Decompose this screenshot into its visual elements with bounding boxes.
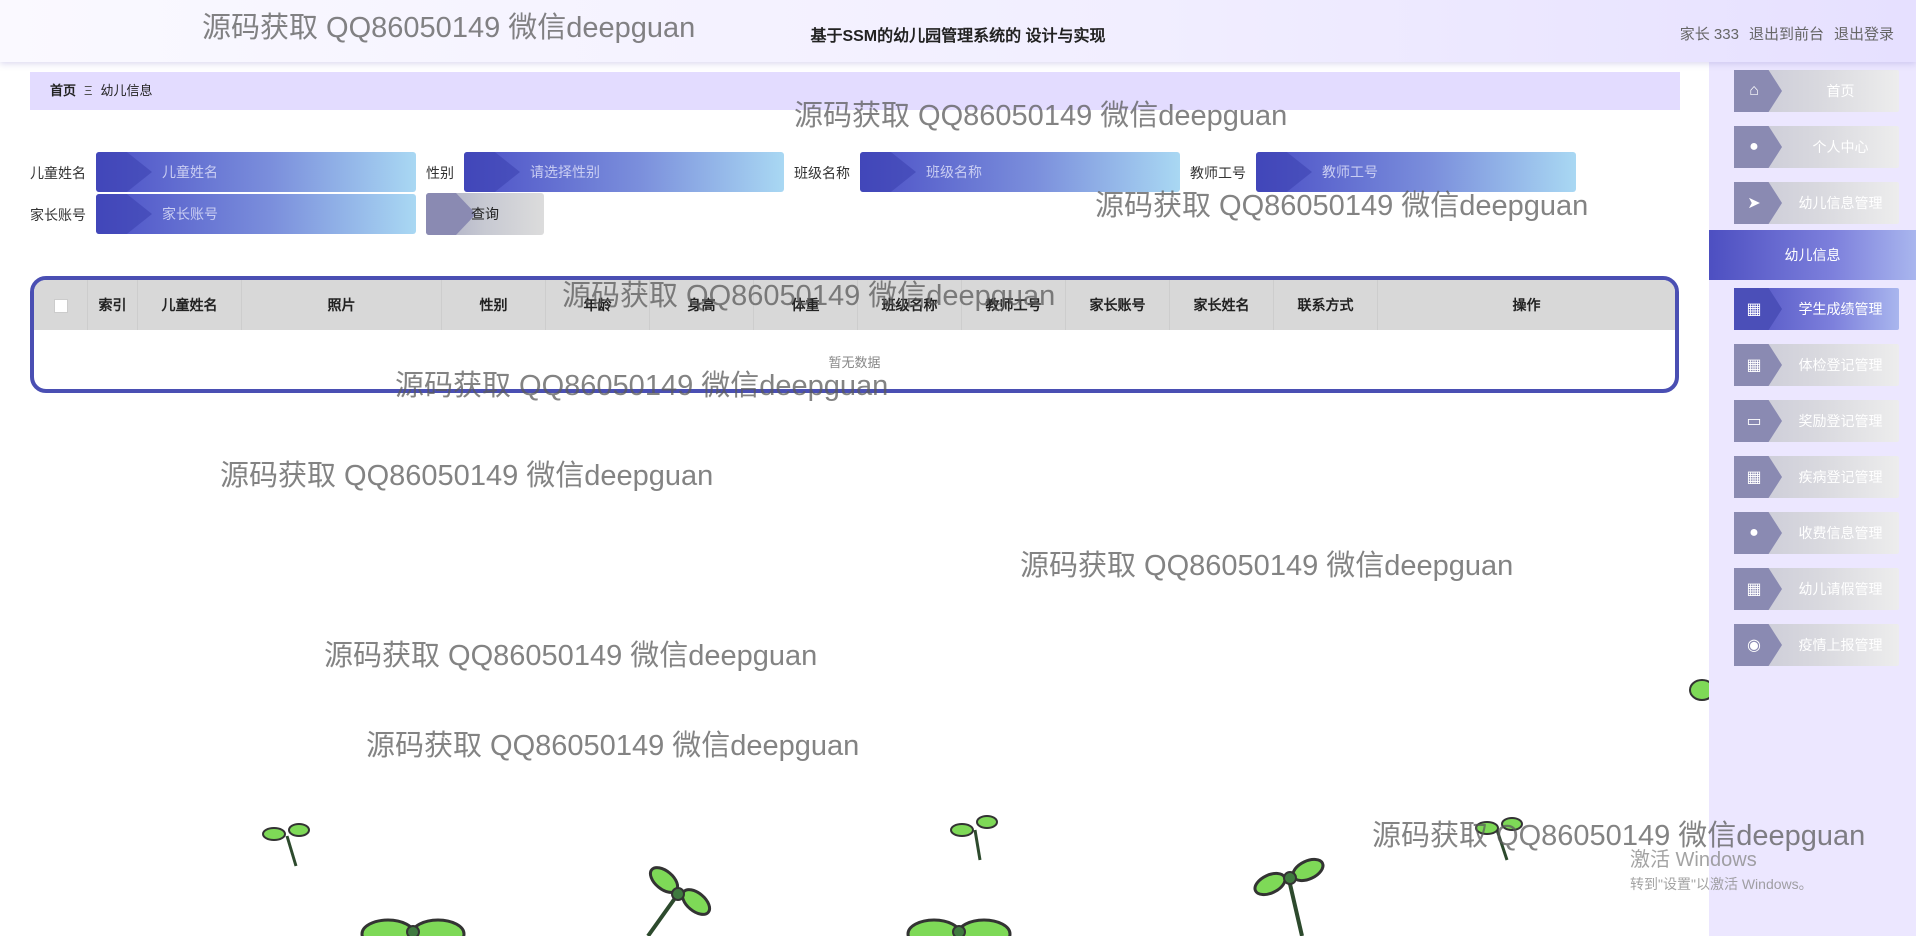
gender-select[interactable] [464,152,784,192]
pinwheel-icon [1253,857,1325,936]
breadcrumb-current: 幼儿信息 [100,83,153,98]
class-name-label: 班级名称 [794,165,850,181]
select-all-cell [34,280,88,330]
column-header: 儿童姓名 [138,280,242,330]
gender-label: 性别 [426,165,454,181]
empty-state: 暂无数据 [828,355,881,370]
column-header: 教师工号 [962,280,1066,330]
menu-item-leave[interactable]: ▦ 幼儿请假管理 [1734,568,1899,610]
windows-activation-notice: 激活 Windows 转到"设置"以激活 Windows。 [1630,843,1813,894]
pinwheel-icon [950,815,998,861]
menu-item-label: 个人中心 [1812,139,1869,155]
watermark-text: 源码获取 QQ86050149 微信deepguan [366,730,860,762]
watermark-text: 源码获取 QQ86050149 微信deepguan [220,460,714,492]
select-all-checkbox[interactable] [53,299,68,314]
query-button[interactable]: 查询 [426,193,544,235]
send-icon: ➤ [1734,182,1782,224]
child-name-input[interactable] [96,152,416,192]
menu-item-label: 体检登记管理 [1798,357,1883,373]
parent-account-field-wrap [96,194,416,234]
user-icon: ● [1734,512,1782,554]
user-icon: ● [1734,126,1782,168]
menu-item-label: 首页 [1826,83,1855,99]
menu-item-label: 学生成绩管理 [1798,301,1883,317]
logout-link[interactable]: 退出登录 [1834,23,1894,44]
menu-item-child-info[interactable]: ➤ 幼儿信息管理 [1734,182,1899,224]
home-icon: ⌂ [1734,70,1782,112]
back-to-front-link[interactable]: 退出到前台 [1749,23,1824,44]
menu-item-profile[interactable]: ● 个人中心 [1734,126,1899,168]
menu-item-label: 收费信息管理 [1798,525,1883,541]
menu-item-rewards[interactable]: ▭ 奖励登记管理 [1734,400,1899,442]
menu-item-label: 奖励登记管理 [1798,413,1883,429]
teacher-no-field-wrap [1256,152,1576,192]
watermark-text: 源码获取 QQ86050149 微信deepguan [324,640,818,672]
pinwheel-icon [906,918,1012,936]
column-header: 操作 [1512,297,1541,313]
header-user-actions: 家长 333 退出到前台 退出登录 [1680,23,1894,44]
menu-item-fees[interactable]: ● 收费信息管理 [1734,512,1899,554]
menu-item-label: 幼儿请假管理 [1798,581,1883,597]
table-header-row: 索引 儿童姓名 照片 性别 年龄 身高 体重 班级名称 教师工号 家长账号 家长… [34,280,1675,330]
pinwheel-icon [1475,817,1523,861]
breadcrumb-home[interactable]: 首页 [50,83,76,98]
parent-account-label: 家长账号 [30,207,86,223]
grid-icon: ▦ [1734,288,1782,330]
child-name-field-wrap [96,152,416,192]
activation-title: 激活 Windows [1630,849,1757,871]
system-title: 基于SSM的幼儿园管理系统的 设计与实现 [810,28,1106,45]
column-header: 年龄 [546,280,650,330]
grid-icon: ▦ [1734,456,1782,498]
parent-account-input[interactable] [96,194,416,234]
column-header: 联系方式 [1274,280,1378,330]
teacher-no-input[interactable] [1256,152,1576,192]
monitor-icon: ▭ [1734,400,1782,442]
column-header: 家长账号 [1066,280,1170,330]
watermark-text: 源码获取 QQ86050149 微信deepguan [1020,550,1514,582]
column-header: 性别 [442,280,546,330]
current-user: 家长 333 [1679,26,1739,43]
pinwheel-icon [646,866,712,936]
top-header: 基于SSM的幼儿园管理系统的 设计与实现 家长 333 退出到前台 退出登录 [0,0,1916,62]
activation-subtitle: 转到"设置"以激活 Windows。 [1630,876,1813,892]
grid-icon: ▦ [1734,568,1782,610]
breadcrumb: 首页 Ξ 幼儿信息 [30,72,1680,110]
grid-icon: ▦ [1734,344,1782,386]
query-button-label: 查询 [471,206,499,222]
menu-item-label: 疫情上报管理 [1798,637,1883,653]
right-sidebar: ⌂ 首页 ● 个人中心 ➤ 幼儿信息管理 幼儿信息 ▦ 学生成绩管理 ▦ 体检登… [1709,62,1916,936]
bulb-icon: ◉ [1734,624,1782,666]
column-header: 索引 [88,280,138,330]
data-table: 索引 儿童姓名 照片 性别 年龄 身高 体重 班级名称 教师工号 家长账号 家长… [30,276,1679,393]
menu-item-scores[interactable]: ▦ 学生成绩管理 [1734,288,1899,330]
column-header: 体重 [754,280,858,330]
menu-item-checkup[interactable]: ▦ 体检登记管理 [1734,344,1899,386]
child-name-label: 儿童姓名 [30,165,86,181]
menu-item-home[interactable]: ⌂ 首页 [1734,70,1899,112]
column-header: 照片 [242,280,442,330]
breadcrumb-separator: Ξ [84,83,93,98]
column-header: 家长姓名 [1170,280,1274,330]
submenu-child-info[interactable]: 幼儿信息 [1709,230,1916,280]
menu-item-label: 疾病登记管理 [1798,469,1883,485]
menu-item-label: 幼儿信息管理 [1798,195,1883,211]
menu-item-illness[interactable]: ▦ 疾病登记管理 [1734,456,1899,498]
teacher-no-label: 教师工号 [1190,165,1246,181]
class-name-input[interactable] [860,152,1180,192]
column-header: 身高 [650,280,754,330]
class-name-field-wrap [860,152,1180,192]
pinwheel-icon [360,918,466,936]
pinwheel-icon [262,823,310,867]
menu-item-epidemic[interactable]: ◉ 疫情上报管理 [1734,624,1899,666]
gender-field-wrap [464,152,784,192]
column-header: 班级名称 [858,280,962,330]
